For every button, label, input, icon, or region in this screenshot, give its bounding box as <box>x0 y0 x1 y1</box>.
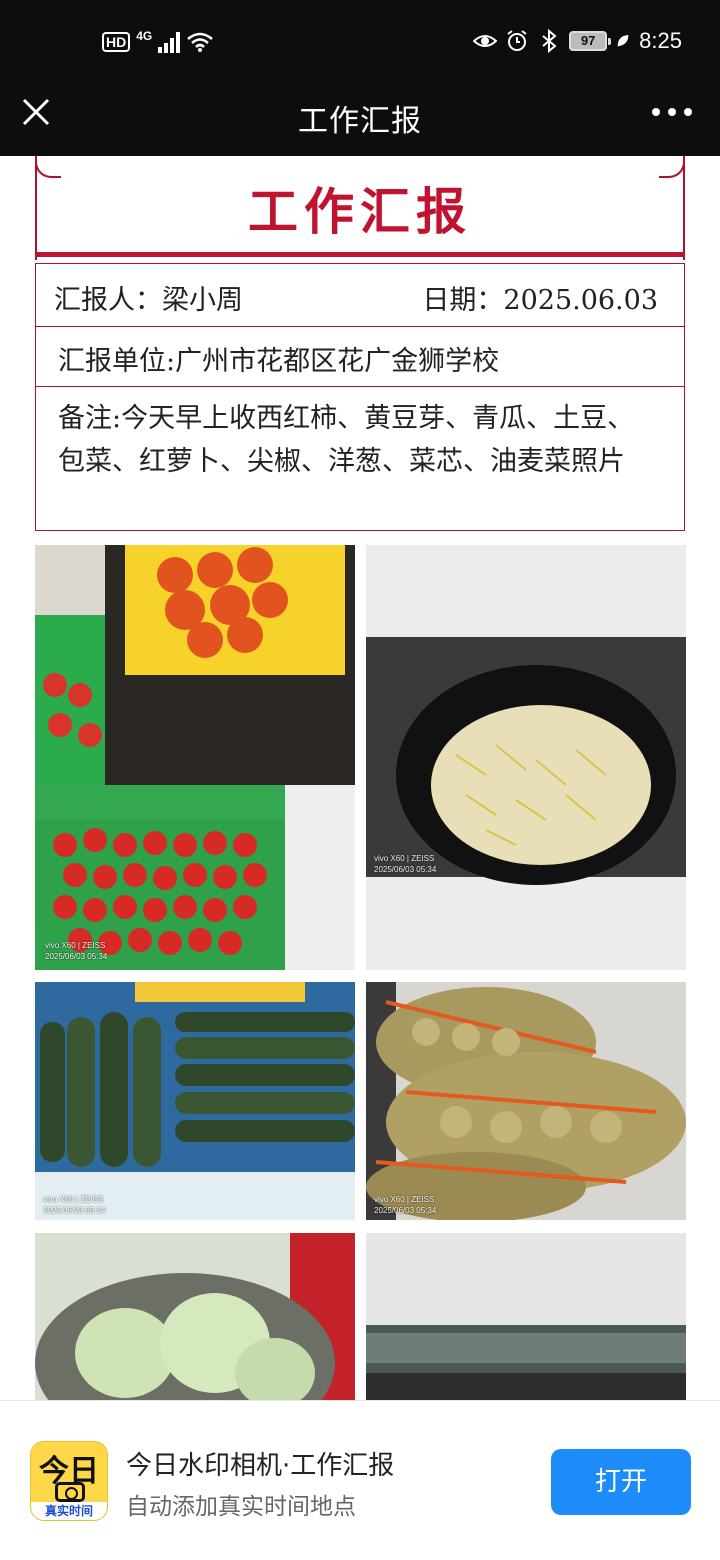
photo-watermark: vivo X60 | ZEISS 2025/06/03 05:34 <box>374 854 437 874</box>
photo-cucumbers[interactable]: vivo X60 | ZEISS 2025/06/03 05:34 <box>35 982 355 1220</box>
photo-tomatoes[interactable]: vivo X60 | ZEISS 2025/06/03 05:34 <box>35 545 355 970</box>
banner-title: 今日水印相机·工作汇报 <box>126 1451 395 1481</box>
report-title: 工作汇报 <box>248 182 472 241</box>
photo-potatoes-art <box>366 982 686 1220</box>
banner-subtitle: 自动添加真实时间地点 <box>126 1494 356 1520</box>
open-app-button[interactable]: 打开 <box>551 1449 691 1515</box>
photo-potatoes[interactable]: vivo X60 | ZEISS 2025/06/03 05:34 <box>366 982 686 1220</box>
wifi-icon <box>187 32 214 52</box>
report-row-unit: 汇报单位:广州市花都区花广金狮学校 <box>35 326 685 387</box>
app-promo-banner: 今日 真实时间 今日水印相机·工作汇报 自动添加真实时间地点 打开 <box>0 1400 720 1560</box>
status-time: 8:25 <box>639 28 682 53</box>
eye-icon <box>473 35 498 47</box>
photo-cabbage[interactable] <box>35 1233 355 1403</box>
photo-watermark: vivo X60 | ZEISS 2025/06/03 05:34 <box>43 1195 106 1215</box>
photo-tomatoes-art <box>35 545 355 970</box>
photo-cucumbers-art <box>35 982 355 1220</box>
photo-bean-sprouts-art <box>366 545 686 970</box>
photo-watermark: vivo X60 | ZEISS 2025/06/03 05:34 <box>374 1195 437 1215</box>
photo-bean-sprouts[interactable]: vivo X60 | ZEISS 2025/06/03 05:34 <box>366 545 686 970</box>
header-divider <box>35 252 685 257</box>
status-bar: HD 4G 97 8:25 <box>0 0 720 84</box>
photo-cabbage-art <box>35 1233 355 1403</box>
date-field: 日期：2025.06.03 <box>422 285 658 316</box>
nav-title: 工作汇报 <box>298 104 422 139</box>
photo-watermark: vivo X60 | ZEISS 2025/06/03 05:34 <box>45 941 108 961</box>
camera-icon <box>55 1482 85 1502</box>
note-field: 备注:今天早上收西红柿、黄豆芽、青瓜、土豆、包菜、红萝卜、尖椒、洋葱、菜芯、油麦… <box>58 403 635 477</box>
unit-field: 汇报单位:广州市花都区花广金狮学校 <box>58 346 500 377</box>
status-left: HD 4G <box>102 28 214 56</box>
leaf-icon <box>617 35 629 47</box>
status-right: 97 8:25 <box>473 26 682 56</box>
reporter-field: 汇报人：梁小周 <box>54 285 243 316</box>
alarm-icon <box>507 30 527 51</box>
hd-icon: HD <box>102 32 131 52</box>
photo-carrots[interactable] <box>366 1233 686 1403</box>
more-icon[interactable] <box>652 94 692 130</box>
report-row-note: 备注:今天早上收西红柿、黄豆芽、青瓜、土豆、包菜、红萝卜、尖椒、洋葱、菜芯、油麦… <box>35 386 685 531</box>
bluetooth-icon <box>542 29 557 53</box>
photo-carrots-art <box>366 1233 686 1403</box>
nav-bar: 工作汇报 <box>0 84 720 156</box>
signal-icon <box>158 31 181 53</box>
report-row-reporter: 汇报人：梁小周 日期：2025.06.03 <box>35 263 685 327</box>
network-type: 4G <box>136 29 153 43</box>
battery-icon: 97 <box>569 31 612 51</box>
camera-app-icon[interactable]: 今日 真实时间 <box>30 1441 108 1521</box>
report-header: 工作汇报 <box>35 156 685 260</box>
